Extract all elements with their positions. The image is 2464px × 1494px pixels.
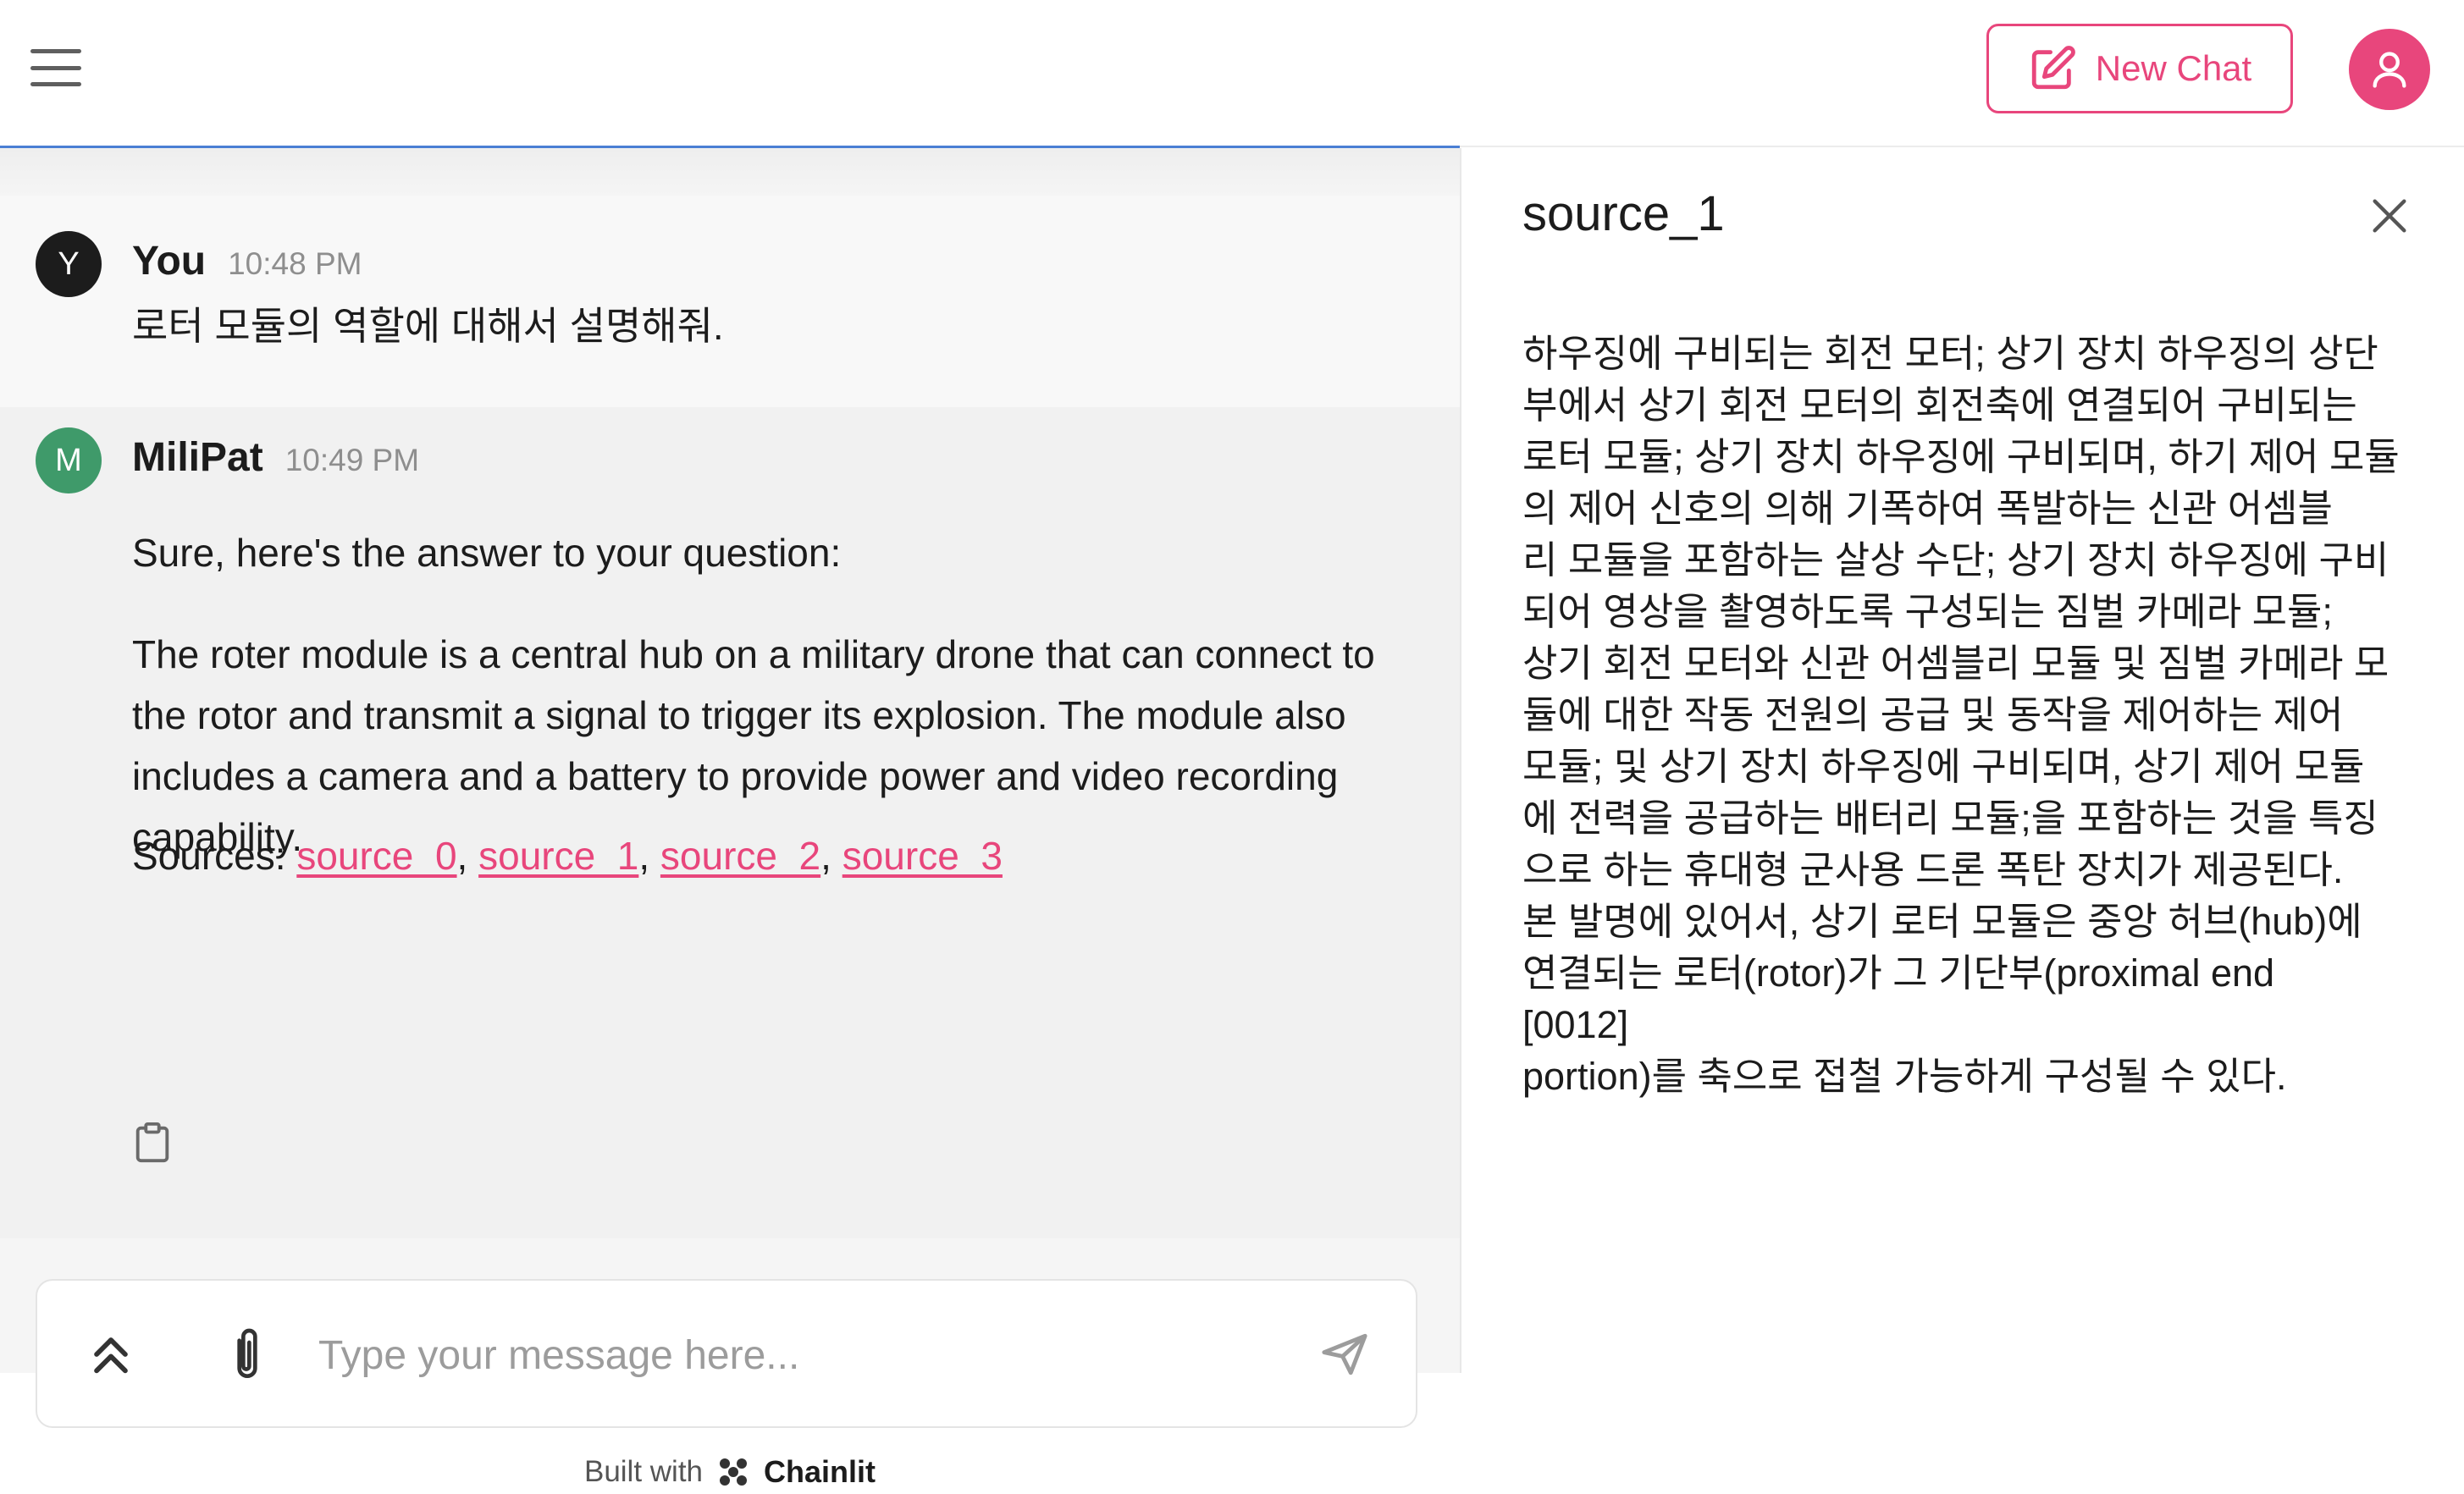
source-link-3[interactable]: source_3 [843, 834, 1003, 878]
top-bar: New Chat [0, 0, 2464, 147]
message-time: 10:49 PM [285, 443, 420, 477]
source-link-0[interactable]: source_0 [296, 834, 456, 878]
new-chat-button[interactable]: New Chat [1986, 24, 2293, 113]
source-link-1[interactable]: source_1 [478, 834, 638, 878]
sources-line: Sources: source_0, source_1, source_2, s… [132, 825, 1419, 886]
message-time: 10:48 PM [228, 246, 362, 281]
source-link-2[interactable]: source_2 [660, 834, 820, 878]
message-composer [36, 1279, 1417, 1428]
new-chat-label: New Chat [2095, 48, 2252, 88]
user-message-header: You 10:48 PM [132, 238, 362, 284]
chevrons-up-icon[interactable] [86, 1330, 135, 1379]
chainlit-logo-icon [720, 1458, 748, 1486]
paperclip-icon[interactable] [225, 1325, 269, 1384]
edit-square-icon [2031, 46, 2075, 90]
source-content: 하우징에 구비되는 회전 모터; 상기 장치 하우징의 상단 부에서 상기 회전… [1522, 332, 2400, 1098]
built-with-footer: Built with Chainlit [0, 1450, 1460, 1494]
built-with-label: Built with [583, 1455, 704, 1488]
user-message-text: 로터 모듈의 역할에 대해서 설명해줘. [132, 304, 724, 348]
user-message: Y You 10:48 PM 로터 모듈의 역할에 대해서 설명해줘. [0, 196, 1460, 407]
user-avatar-button[interactable] [2349, 29, 2430, 110]
assistant-intro-text: Sure, here's the answer to your question… [132, 531, 842, 575]
user-icon [2373, 52, 2406, 88]
message-author: MiliPat [132, 435, 263, 480]
message-input[interactable] [317, 1320, 1251, 1391]
assistant-message-header: MiliPat 10:49 PM [132, 434, 419, 481]
chat-top-shadow [0, 148, 1460, 196]
chat-panel: Y You 10:48 PM 로터 모듈의 역할에 대해서 설명해줘. M Mi… [0, 148, 1460, 1489]
source-separator: , [456, 834, 479, 878]
sources-label: Sources: [132, 834, 297, 878]
source-panel: source_1 하우징에 구비되는 회전 모터; 상기 장치 하우징의 상단 … [1461, 148, 2464, 1373]
assistant-message: M MiliPat 10:49 PM Sure, here's the answ… [0, 407, 1460, 1238]
source-separator: , [820, 834, 843, 878]
chainlit-brand[interactable]: Chainlit [764, 1454, 876, 1490]
send-icon[interactable] [1319, 1330, 1370, 1379]
source-title: source_1 [1522, 186, 1725, 241]
assistant-message-avatar: M [36, 427, 102, 493]
user-message-avatar: Y [36, 231, 102, 297]
message-author: You [132, 239, 207, 284]
clipboard-icon[interactable] [134, 1122, 171, 1164]
close-icon[interactable] [2367, 194, 2412, 238]
source-separator: , [638, 834, 660, 878]
hamburger-menu-icon[interactable] [30, 49, 81, 86]
